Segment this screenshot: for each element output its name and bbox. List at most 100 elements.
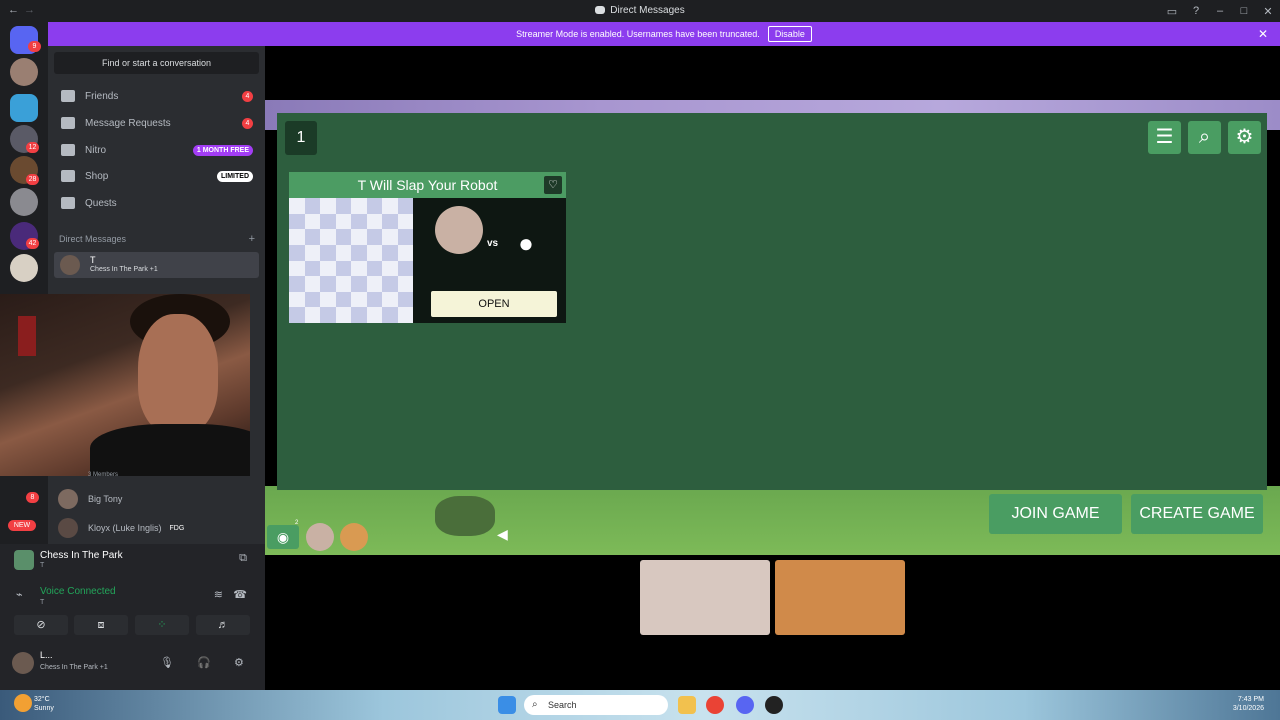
disable-button[interactable]: Disable — [767, 26, 812, 42]
participant-avatar[interactable] — [306, 523, 334, 551]
close-banner-icon[interactable]: ✕ — [1258, 27, 1268, 41]
activity-icon — [14, 550, 34, 570]
share-screen-button[interactable]: ⧈ — [74, 615, 128, 635]
shop-icon — [61, 170, 75, 182]
title-bar: ← → Direct Messages ▭ ? – □ ✕ — [0, 0, 1280, 22]
create-dm-icon[interactable]: + — [249, 233, 255, 245]
noise-suppression-icon[interactable]: ≋ — [214, 588, 223, 601]
voice-status-sub: T — [40, 599, 45, 606]
activity-grid-icon: ⁘ — [157, 619, 167, 631]
soundboard-button[interactable]: ♬ — [196, 615, 250, 635]
members-count: 3 Members — [88, 472, 119, 478]
friends-badge: 4 — [242, 90, 253, 102]
server-badge: 28 — [26, 174, 39, 185]
chrome-icon[interactable] — [706, 696, 724, 714]
collapse-arrow-icon[interactable]: ◀ — [497, 526, 508, 543]
help-icon[interactable]: ? — [1184, 5, 1208, 17]
server-badge: 42 — [26, 238, 39, 249]
member-item[interactable]: Kloyx (Luke Inglis) FDG — [58, 515, 258, 541]
lobby-board: 1 ☰ ⌕ ⚙ T Will Slap Your Robot ♡ vs ● OPE… — [277, 113, 1267, 490]
close-window-icon[interactable]: ✕ — [1256, 5, 1280, 18]
avatar — [58, 518, 78, 538]
signal-icon: ⌁ — [16, 589, 23, 601]
nav-friends[interactable]: Friends 4 — [54, 84, 259, 108]
nav-shop[interactable]: Shop LIMITED — [54, 164, 259, 188]
disconnect-icon[interactable]: ☎ — [233, 588, 247, 601]
user-avatar[interactable] — [12, 652, 34, 674]
windows-taskbar: 32°C Sunny ⌕ Search 7:43 PM 3/10/2026 — [0, 690, 1280, 720]
camera-off-button[interactable]: ⊘ — [14, 615, 68, 635]
mail-icon — [61, 117, 75, 129]
nav-nitro[interactable]: Nitro 1 MONTH FREE — [54, 138, 259, 162]
server-icon[interactable] — [10, 188, 38, 216]
nav-message-requests[interactable]: Message Requests 4 — [54, 111, 259, 135]
camera-off-icon: ⊘ — [36, 619, 46, 631]
matchup: vs ● OPEN — [413, 198, 566, 323]
dm-name: T — [90, 255, 96, 265]
inbox-icon[interactable]: ▭ — [1160, 5, 1184, 18]
quests-icon — [61, 197, 75, 209]
window-title: Direct Messages — [0, 5, 1280, 16]
banner-text: Streamer Mode is enabled. Usernames have… — [516, 29, 760, 39]
taskbar-search[interactable]: ⌕ Search — [524, 695, 668, 715]
guild-tag: FDG — [169, 524, 185, 532]
clock[interactable]: 7:43 PM 3/10/2026 — [1233, 695, 1264, 713]
dm-item[interactable]: T Chess In The Park +1 — [54, 252, 259, 278]
obs-icon[interactable] — [765, 696, 783, 714]
start-icon[interactable] — [498, 696, 516, 714]
discord-taskbar-icon[interactable] — [736, 696, 754, 714]
file-explorer-icon[interactable] — [678, 696, 696, 714]
server-badge: 12 — [26, 142, 39, 153]
minimize-icon[interactable]: – — [1208, 5, 1232, 17]
soundboard-icon: ♬ — [217, 619, 229, 631]
maximize-icon[interactable]: □ — [1232, 5, 1256, 17]
server-icon[interactable] — [10, 58, 38, 86]
nitro-promo-badge: 1 MONTH FREE — [192, 144, 253, 156]
microphone-icon[interactable]: 🎙 — [160, 656, 174, 669]
join-game-button[interactable]: JOIN GAME — [989, 494, 1122, 534]
nitro-icon — [61, 144, 75, 156]
server-icon[interactable] — [10, 94, 38, 122]
participant-tile[interactable] — [775, 560, 905, 635]
server-icon[interactable] — [10, 254, 38, 282]
voice-status: Voice Connected — [40, 586, 116, 597]
webcam-overlay — [0, 294, 250, 476]
vs-label: vs — [487, 238, 499, 249]
scene-grass — [265, 486, 1280, 555]
search-icon[interactable]: ⌕ — [1188, 121, 1221, 154]
create-game-button[interactable]: CREATE GAME — [1131, 494, 1263, 534]
user-settings-icon[interactable]: ⚙ — [234, 656, 244, 669]
weather-icon[interactable] — [14, 694, 32, 712]
member-item[interactable]: Big Tony — [58, 486, 258, 512]
headphones-icon[interactable]: 🎧 — [197, 656, 211, 669]
game-card-header: T Will Slap Your Robot ♡ — [289, 172, 566, 198]
game-card[interactable]: T Will Slap Your Robot ♡ vs ● OPEN — [289, 172, 566, 323]
chessboard-preview — [289, 198, 413, 323]
participant-avatar[interactable] — [340, 523, 368, 551]
dm-activity: Chess In The Park +1 — [90, 266, 158, 273]
settings-gear-icon[interactable]: ⚙ — [1228, 121, 1261, 154]
user-name: L... — [40, 650, 53, 660]
participant-tile[interactable] — [640, 560, 770, 635]
streamer-mode-banner: Streamer Mode is enabled. Usernames have… — [48, 22, 1280, 46]
empty-player-icon: ● — [518, 228, 534, 258]
voice-panel: Chess In The Park T ⧉ ⌁ Voice Connected … — [0, 544, 265, 690]
server-badge: 8 — [26, 492, 39, 503]
spectate-eye-icon[interactable]: ◉ — [267, 525, 299, 549]
nav-quests[interactable]: Quests — [54, 191, 259, 215]
popout-icon[interactable]: ⧉ — [239, 552, 247, 565]
filter-sliders-icon[interactable]: ☰ — [1148, 121, 1181, 154]
friends-icon — [61, 90, 75, 102]
find-conversation-button[interactable]: Find or start a conversation — [54, 52, 259, 74]
weather-text: 32°C Sunny — [34, 696, 54, 712]
avatar — [58, 489, 78, 509]
dm-header: Direct Messages + — [59, 233, 255, 245]
activity-button[interactable]: ⁘ — [135, 615, 189, 635]
activity-sub: T — [40, 562, 45, 569]
open-button[interactable]: OPEN — [431, 291, 557, 317]
home-badge: 9 — [28, 41, 41, 52]
heart-icon[interactable]: ♡ — [544, 176, 562, 194]
spectator-count: 2 — [295, 520, 299, 526]
search-icon: ⌕ — [532, 699, 538, 710]
game-title: T Will Slap Your Robot — [357, 177, 498, 193]
